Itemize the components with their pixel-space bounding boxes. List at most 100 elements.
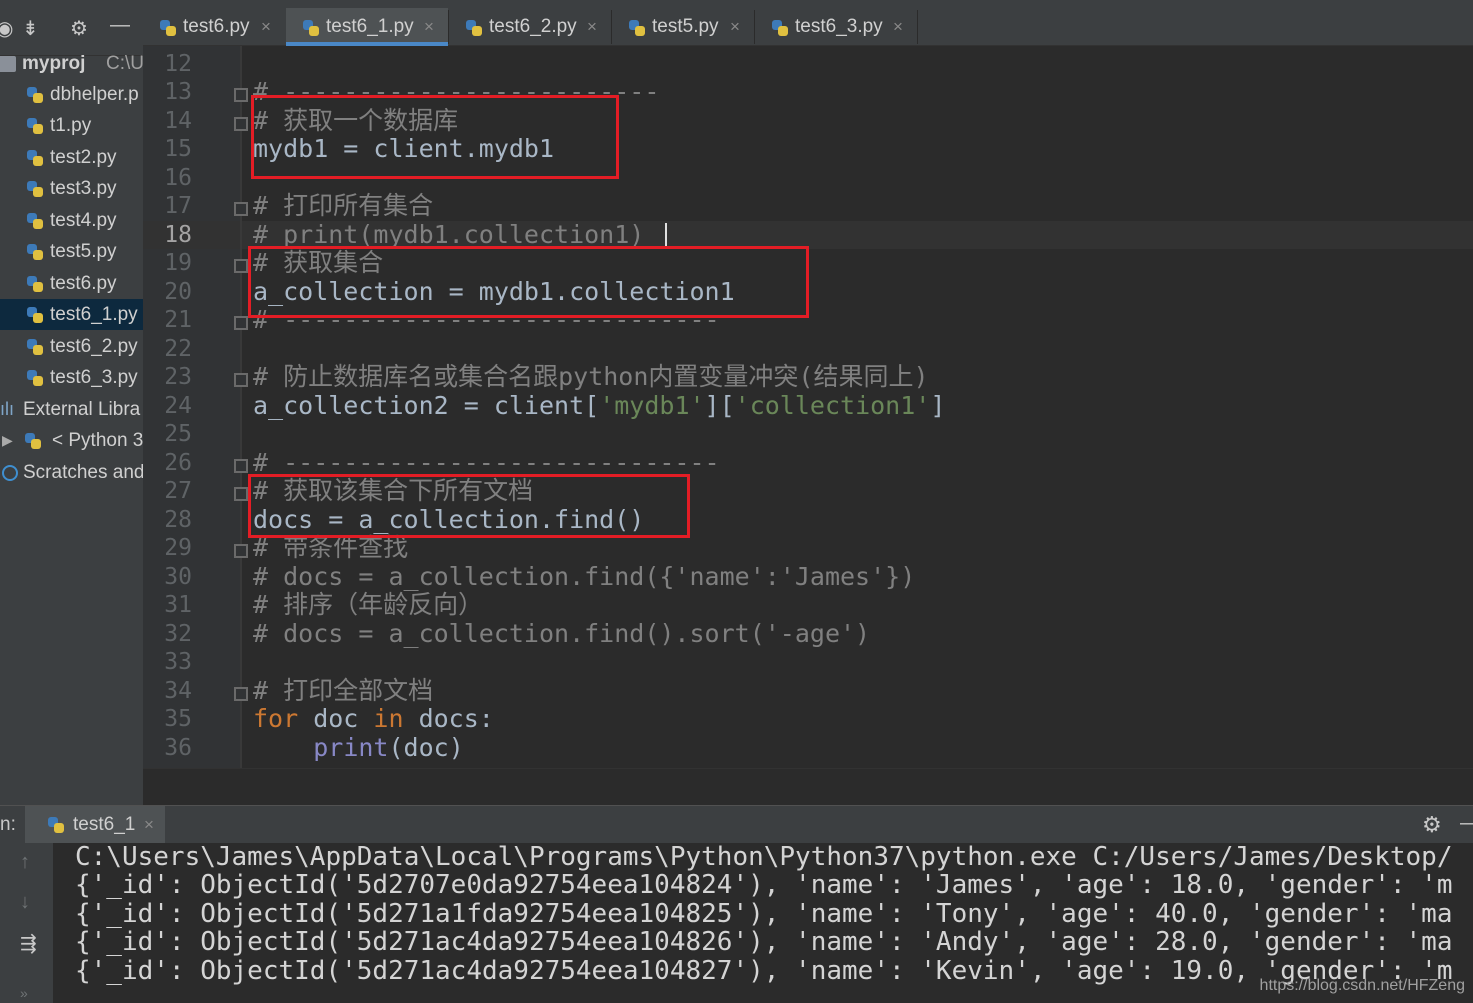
project-root-name: myproj <box>22 53 86 74</box>
tree-item-label: test6_1.py <box>50 304 138 325</box>
tree-item-test3[interactable]: test3.py <box>0 173 143 204</box>
line-number: 20 <box>164 279 192 305</box>
run-tab[interactable]: test6_1 × <box>25 806 165 844</box>
close-icon[interactable]: × <box>587 8 597 46</box>
tab-label: test6.py <box>183 16 250 37</box>
code-line-26[interactable]: # ----------------------------- <box>253 449 720 477</box>
fold-marker-icon[interactable] <box>234 202 248 216</box>
fold-marker-icon[interactable] <box>234 259 248 273</box>
line-number: 25 <box>164 421 192 447</box>
gear-icon[interactable]: ⚙ <box>1422 812 1442 838</box>
close-icon[interactable]: × <box>730 8 740 46</box>
chevron-right-icon[interactable]: ▶ <box>2 425 20 448</box>
code-line-30[interactable]: # docs = a_collection.find({'name':'Jame… <box>253 563 915 591</box>
builtin-token: print <box>313 733 389 762</box>
tree-item-label: test6.py <box>50 273 117 294</box>
python-file-icon <box>26 243 44 261</box>
fold-marker-icon[interactable] <box>234 316 248 330</box>
run-toolbar: n: test6_1 × ⚙ — <box>0 805 1473 844</box>
python-icon <box>24 432 42 450</box>
tab-test6-1[interactable]: test6_1.py × <box>286 8 448 46</box>
line-number: 13 <box>164 79 192 105</box>
code-line-35[interactable]: for doc in docs: <box>253 705 494 733</box>
line-number: 21 <box>164 307 192 333</box>
line-number: 30 <box>164 564 192 590</box>
code-token: doc <box>298 704 374 733</box>
fold-marker-icon[interactable] <box>234 544 248 558</box>
line-number: 19 <box>164 250 192 276</box>
expand-icon[interactable]: » <box>20 985 28 1001</box>
code-token: docs: <box>403 704 494 733</box>
soft-wrap-icon[interactable]: ⇶ <box>20 931 37 956</box>
tree-item-test6[interactable]: test6.py <box>0 268 143 299</box>
python-file-icon <box>26 369 44 387</box>
code-line-17[interactable]: # 打印所有集合 <box>253 192 433 220</box>
fold-marker-icon[interactable] <box>234 687 248 701</box>
tab-test6-2[interactable]: test6_2.py × <box>449 8 611 46</box>
tree-item-test6-1[interactable]: test6_1.py <box>0 299 143 330</box>
code-line-31[interactable]: # 排序（年龄反向） <box>253 591 483 619</box>
line-number: 28 <box>164 507 192 533</box>
tab-label: test5.py <box>652 16 719 37</box>
library-icon: ılı <box>0 399 15 419</box>
tree-item-label: External Libra <box>23 399 141 420</box>
line-number: 29 <box>164 535 192 561</box>
minimize-icon[interactable]: — <box>110 14 130 37</box>
line-number: 32 <box>164 621 192 647</box>
run-side-toolbar: ↑ ↓ ⇶ » <box>0 843 53 1003</box>
code-line-23[interactable]: # 防止数据库名或集合名跟python内置变量冲突(结果同上) <box>253 363 929 391</box>
close-icon[interactable]: × <box>424 8 434 46</box>
tree-item-test6-3[interactable]: test6_3.py <box>0 362 143 393</box>
code-line-29[interactable]: # 带条件查找 <box>253 534 408 562</box>
fold-marker-icon[interactable] <box>234 373 248 387</box>
close-icon[interactable]: × <box>144 815 154 835</box>
tree-item-test2[interactable]: test2.py <box>0 142 143 173</box>
code-line-32[interactable]: # docs = a_collection.find().sort('-age'… <box>253 620 870 648</box>
console-line: C:\Users\James\AppData\Local\Programs\Py… <box>75 843 1453 872</box>
line-number: 35 <box>164 706 192 732</box>
tree-item-test5[interactable]: test5.py <box>0 236 143 267</box>
code-line-34[interactable]: # 打印全部文档 <box>253 677 433 705</box>
project-root-path: C:\U <box>106 53 143 74</box>
tab-test6[interactable]: test6.py × <box>143 8 286 46</box>
folder-icon <box>0 56 16 72</box>
tab-test6-3[interactable]: test6_3.py × <box>755 8 917 46</box>
tree-item-label: t1.py <box>50 115 92 136</box>
code-line-18[interactable]: # print(mydb1.collection1) <box>253 221 644 249</box>
arrow-up-icon[interactable]: ↑ <box>20 851 30 874</box>
tree-item-python-sdk[interactable]: ▶ < Python 3 <box>0 425 143 456</box>
line-number: 26 <box>164 450 192 476</box>
close-icon[interactable]: × <box>893 8 903 46</box>
collapse-all-icon[interactable]: ⇟ <box>22 16 39 41</box>
tree-item-dbhelper[interactable]: dbhelper.p <box>0 79 143 110</box>
code-line-24[interactable]: a_collection2 = client['mydb1']['collect… <box>253 392 945 420</box>
code-token: ] <box>930 391 946 420</box>
gear-icon[interactable]: ⚙ <box>70 16 88 41</box>
tree-item-scratches[interactable]: Scratches and <box>0 457 143 488</box>
minimize-icon[interactable]: — <box>1460 812 1473 835</box>
tree-item-label: test3.py <box>50 178 117 199</box>
python-file-icon <box>26 180 44 198</box>
target-icon[interactable]: ◉ <box>0 16 13 41</box>
fold-marker-icon[interactable] <box>234 459 248 473</box>
python-file-icon <box>26 338 44 356</box>
fold-marker-icon[interactable] <box>234 487 248 501</box>
tree-item-test6-2[interactable]: test6_2.py <box>0 331 143 362</box>
tree-item-test4[interactable]: test4.py <box>0 205 143 236</box>
fold-marker-icon[interactable] <box>234 88 248 102</box>
tree-item-t1[interactable]: t1.py <box>0 110 143 141</box>
tree-item-label: test6_3.py <box>50 367 138 388</box>
fold-marker-icon[interactable] <box>234 117 248 131</box>
close-icon[interactable]: × <box>261 8 271 46</box>
tree-item-external-libraries[interactable]: ılı External Libra <box>0 394 143 425</box>
python-file-icon <box>302 19 320 37</box>
editor-bottom-strip <box>143 768 1473 805</box>
tab-test5[interactable]: test5.py × <box>612 8 754 46</box>
code-line-36[interactable]: print(doc) <box>253 734 464 762</box>
arrow-down-icon[interactable]: ↓ <box>20 891 30 914</box>
project-root[interactable]: myproj C:\U <box>0 48 143 79</box>
line-number: 23 <box>164 364 192 390</box>
line-number: 15 <box>164 136 192 162</box>
line-number: 12 <box>164 51 192 77</box>
